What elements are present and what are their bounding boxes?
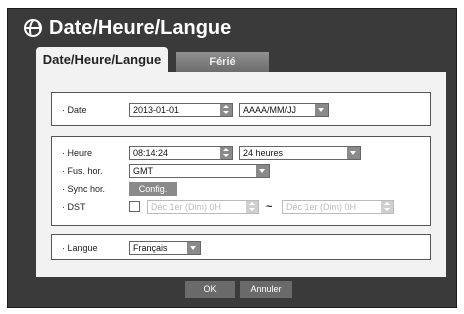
settings-panel: · Date 2013-01-01 AAAA/MM/JJ · Heure 08:…	[36, 72, 446, 277]
chevron-down-icon[interactable]	[187, 242, 200, 254]
dst-separator: ~	[266, 201, 273, 213]
date-format-select[interactable]: AAAA/MM/JJ	[239, 103, 329, 117]
cancel-button[interactable]: Annuler	[240, 281, 292, 298]
heure-format-select[interactable]: 24 heures	[239, 146, 361, 160]
dialog-title: Date/Heure/Langue	[49, 16, 232, 39]
chevron-down-icon[interactable]	[256, 165, 269, 177]
dst-start-input[interactable]: Déc 1er (Dim) 0H	[147, 200, 259, 214]
chevron-down-icon[interactable]	[347, 147, 360, 159]
date-value: 2013-01-01	[133, 105, 180, 115]
tab-ferie[interactable]: Férié	[176, 52, 269, 72]
date-label: · Date	[62, 105, 87, 115]
fus-value: GMT	[133, 166, 153, 176]
globe-icon	[24, 19, 42, 37]
date-input[interactable]: 2013-01-01	[129, 103, 233, 117]
fus-row: · Fus. hor. GMT	[52, 164, 430, 178]
dst-start-spin-icon[interactable]	[246, 201, 258, 213]
time-group: · Heure 08:14:24 24 heures · Fus. hor. G…	[51, 136, 431, 226]
ok-button[interactable]: OK	[185, 281, 235, 298]
heure-row: · Heure 08:14:24 24 heures	[52, 146, 430, 160]
dst-end-value: Déc 1er (Dim) 0H	[286, 202, 357, 212]
sync-row: · Sync hor. Config.	[52, 182, 430, 196]
language-group: · Langue Français	[51, 234, 431, 260]
sync-label: · Sync hor.	[62, 184, 106, 194]
langue-label: · Langue	[62, 243, 98, 253]
sync-config-button[interactable]: Config.	[129, 182, 177, 196]
date-row: · Date 2013-01-01 AAAA/MM/JJ	[52, 103, 430, 117]
langue-value: Français	[133, 243, 168, 253]
dst-row: · DST Déc 1er (Dim) 0H ~ Déc 1er (Dim) 0…	[52, 200, 430, 214]
date-group: · Date 2013-01-01 AAAA/MM/JJ	[51, 92, 431, 126]
dst-end-input[interactable]: Déc 1er (Dim) 0H	[282, 200, 394, 214]
date-time-language-dialog: Date/Heure/Langue Date/Heure/Langue Féri…	[7, 8, 457, 308]
fus-select[interactable]: GMT	[129, 164, 270, 178]
tab-date-heure-langue[interactable]: Date/Heure/Langue	[36, 47, 168, 72]
dst-start-value: Déc 1er (Dim) 0H	[151, 202, 222, 212]
tab-bar: Date/Heure/Langue Férié	[36, 47, 269, 72]
langue-row: · Langue Français	[52, 241, 430, 255]
dst-label: · DST	[62, 202, 86, 212]
heure-value: 08:14:24	[133, 148, 169, 158]
fus-label: · Fus. hor.	[62, 166, 103, 176]
title-bar: Date/Heure/Langue	[8, 9, 456, 47]
dst-end-spin-icon[interactable]	[381, 201, 393, 213]
langue-select[interactable]: Français	[129, 241, 201, 255]
chevron-down-icon[interactable]	[315, 104, 328, 116]
heure-input[interactable]: 08:14:24	[129, 146, 233, 160]
heure-spin-icon[interactable]	[220, 147, 232, 159]
dst-checkbox[interactable]	[129, 201, 140, 212]
heure-label: · Heure	[62, 148, 93, 158]
date-format-value: AAAA/MM/JJ	[243, 105, 297, 115]
date-spin-icon[interactable]	[220, 104, 232, 116]
heure-format-value: 24 heures	[243, 148, 284, 158]
